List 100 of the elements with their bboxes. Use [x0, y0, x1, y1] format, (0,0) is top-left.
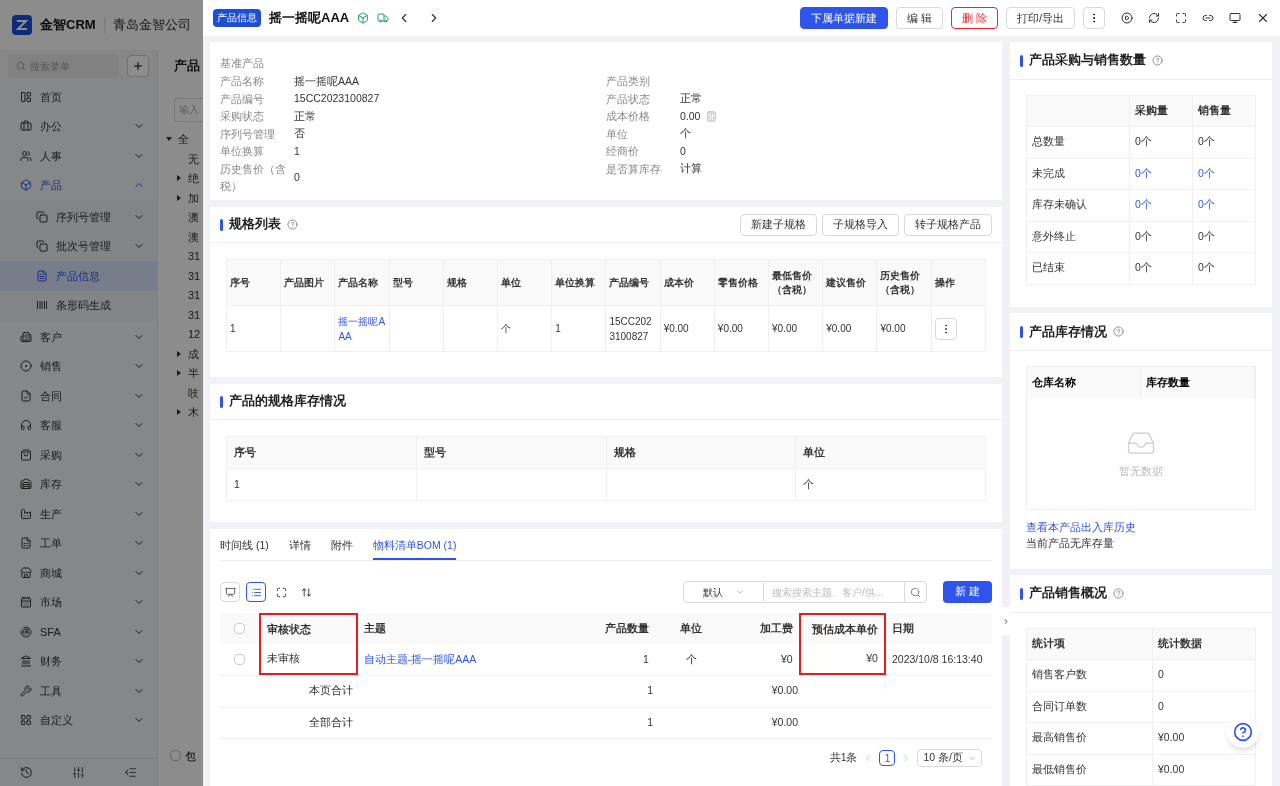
building-icon: [20, 330, 32, 343]
tree-node[interactable]: 加: [188, 189, 199, 206]
caret-icon[interactable]: [176, 175, 182, 182]
tree-node[interactable]: 全: [178, 131, 189, 148]
add-button[interactable]: [127, 55, 149, 77]
menu-item[interactable]: 生产: [0, 499, 157, 529]
link-icon[interactable]: [1202, 12, 1214, 24]
menu-item[interactable]: 商城: [0, 558, 157, 588]
menu-item[interactable]: 批次号管理: [0, 231, 157, 261]
app-logo-text: 金智CRM: [40, 16, 96, 35]
menu-item[interactable]: 首页: [0, 82, 157, 112]
menu-item[interactable]: 采购: [0, 440, 157, 470]
monitor-icon[interactable]: [1229, 12, 1241, 24]
menu-item[interactable]: 销售: [0, 351, 157, 381]
toolbar-button[interactable]: 删 除: [950, 7, 998, 29]
count-link[interactable]: 0个: [1198, 166, 1215, 179]
page-button[interactable]: 1: [879, 750, 896, 766]
tree-node[interactable]: 木: [188, 404, 199, 421]
tree-node[interactable]: 半: [188, 365, 199, 382]
tree-node[interactable]: 无: [188, 150, 199, 167]
search-icon: [16, 61, 26, 71]
table-cell-text: ¥0.00: [771, 714, 798, 730]
column-header: 单位: [497, 259, 552, 306]
tree-node[interactable]: 绝: [188, 170, 199, 187]
menu-item[interactable]: 客户: [0, 322, 157, 352]
menu-item[interactable]: 产品信息: [0, 261, 157, 291]
caret-icon[interactable]: [176, 409, 182, 416]
menu-item[interactable]: 自定义: [0, 705, 157, 735]
count-link[interactable]: 0个: [1135, 198, 1152, 211]
checkbox[interactable]: [233, 623, 245, 634]
play-icon[interactable]: [1121, 12, 1133, 24]
field-label: 产品类别: [606, 74, 651, 90]
tree-node[interactable]: 31: [188, 267, 201, 284]
table-cell-text: 未审核: [266, 650, 300, 666]
tree-node[interactable]: 澳: [188, 209, 199, 226]
menu-item[interactable]: 市场: [0, 587, 157, 617]
fullscreen-icon[interactable]: [276, 586, 287, 598]
close-icon[interactable]: [1256, 11, 1270, 25]
menu-item[interactable]: 财务: [0, 646, 157, 676]
tree-node[interactable]: 成: [188, 345, 199, 362]
refresh-icon[interactable]: [1148, 12, 1160, 24]
help-icon[interactable]: [287, 219, 298, 230]
sliders-icon[interactable]: [72, 766, 85, 779]
tree-node[interactable]: 31: [188, 248, 201, 265]
tab[interactable]: 详情: [288, 534, 311, 560]
cube-icon[interactable]: [357, 12, 370, 24]
field-label: 产品编号: [220, 91, 265, 107]
page-size-select[interactable]: 10 条/页: [917, 749, 982, 767]
column-header: 主题: [362, 620, 387, 636]
tree-node[interactable]: 31: [188, 287, 201, 304]
sort-icon[interactable]: [301, 586, 312, 598]
caret-icon[interactable]: [176, 194, 182, 201]
tree-node[interactable]: 31: [188, 306, 201, 323]
help-icon[interactable]: [1113, 326, 1124, 338]
menu-item[interactable]: 序列号管理: [0, 202, 157, 232]
column-header: 预估成本单价: [798, 613, 886, 644]
view-toggle-button[interactable]: [246, 582, 266, 602]
caret-icon[interactable]: [166, 136, 172, 143]
action-button[interactable]: 转子规格产品: [904, 213, 992, 236]
tree-node[interactable]: 吱: [188, 384, 199, 401]
help-icon[interactable]: [1152, 55, 1163, 66]
menu-item[interactable]: 条形码生成: [0, 290, 157, 320]
menu-item[interactable]: 工具: [0, 676, 157, 706]
toolbar-button[interactable]: 打印/导出: [1005, 7, 1075, 29]
subject-link[interactable]: 自动主题-摇一摇呢AAA: [363, 651, 477, 668]
collapse-icon[interactable]: [124, 766, 138, 779]
field-value: 个: [680, 126, 691, 142]
menu-item[interactable]: 人事: [0, 141, 157, 171]
table-cell: 个: [803, 477, 815, 490]
field-label: 成本价格: [606, 109, 651, 125]
tab[interactable]: 时间线 (1): [220, 534, 269, 560]
count-link[interactable]: 0个: [1135, 166, 1152, 179]
checkbox[interactable]: [233, 654, 245, 665]
truck-icon[interactable]: [377, 12, 390, 24]
menu-item[interactable]: 客服: [0, 410, 157, 440]
tab[interactable]: 附件: [330, 534, 353, 560]
help-icon[interactable]: [1113, 588, 1124, 599]
menu-item[interactable]: 库存: [0, 469, 157, 499]
tree-node[interactable]: 澳: [188, 228, 199, 245]
fullscreen-icon[interactable]: [1175, 12, 1187, 24]
column-header: 序号: [226, 259, 281, 306]
new-button[interactable]: 新 建: [943, 581, 992, 603]
caret-icon[interactable]: [176, 350, 182, 357]
action-button[interactable]: 子规格导入: [822, 213, 899, 236]
menu-item[interactable]: 产品: [0, 170, 157, 200]
menu-item[interactable]: 工单: [0, 528, 157, 558]
menu-item[interactable]: SFA: [0, 617, 157, 647]
tree-node[interactable]: 12: [188, 326, 201, 343]
history-icon[interactable]: [19, 766, 33, 779]
history-link[interactable]: 查看本产品出入库历史: [1026, 521, 1136, 534]
toolbar-button[interactable]: 下属单据新建: [799, 7, 888, 29]
tab[interactable]: 物料清单BOM (1): [372, 534, 457, 560]
toolbar-button[interactable]: 编 辑: [895, 7, 943, 29]
menu-item[interactable]: 办公: [0, 111, 157, 141]
menu-item[interactable]: 合同: [0, 381, 157, 411]
total-count: 共1条: [829, 750, 858, 766]
action-button[interactable]: 新建子规格: [740, 213, 817, 236]
count-link[interactable]: 0个: [1198, 198, 1215, 211]
checkbox[interactable]: [170, 750, 181, 762]
caret-icon[interactable]: [176, 370, 182, 377]
